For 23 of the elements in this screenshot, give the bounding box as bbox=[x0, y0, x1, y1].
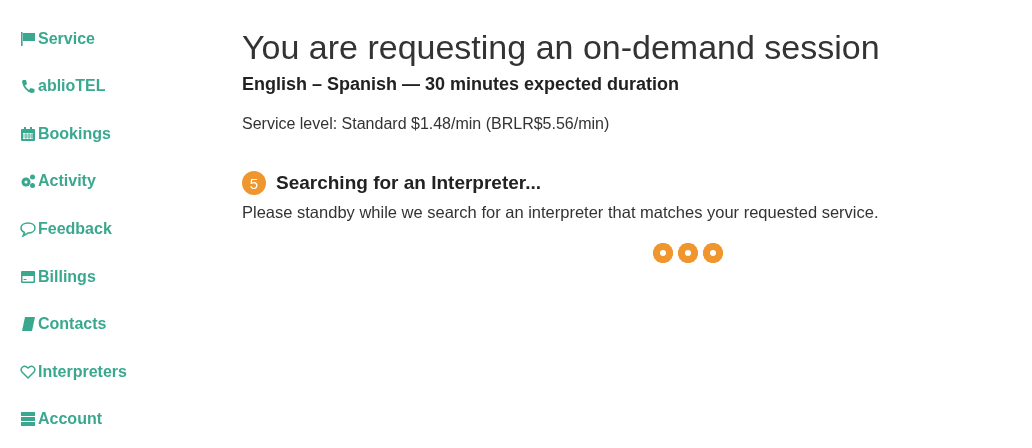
step-title: Searching for an Interpreter... bbox=[276, 172, 542, 194]
sidebar-item[interactable]: ablioTEL bbox=[20, 67, 106, 116]
status-message: Please standby while we search for an interpreter that matches your requested service. bbox=[242, 203, 880, 222]
sidebar-item[interactable]: Account bbox=[20, 400, 102, 448]
calendar-icon bbox=[20, 125, 36, 142]
credit-card-icon bbox=[20, 268, 36, 285]
sidebar-item[interactable]: Interpreters bbox=[20, 352, 127, 401]
flag-icon bbox=[20, 30, 36, 47]
page-title: You are requesting an on-demand session bbox=[242, 27, 881, 68]
sidebar-item[interactable]: Bookings bbox=[20, 115, 111, 163]
heart-icon bbox=[20, 363, 36, 380]
server-icon bbox=[20, 411, 36, 428]
sidebar-item[interactable]: Service bbox=[20, 20, 95, 68]
speech-bubble-icon bbox=[20, 221, 36, 238]
sidebar-item[interactable]: Activity bbox=[20, 162, 96, 211]
sidebar-item[interactable]: Feedback bbox=[20, 210, 112, 258]
session-summary: English – Spanish — 30 minutes expected duration bbox=[242, 74, 681, 95]
step-number: 5 bbox=[242, 171, 266, 195]
book-icon bbox=[20, 316, 36, 333]
sidebar-item[interactable]: Contacts bbox=[20, 305, 107, 353]
sidebar-item[interactable]: Billings bbox=[20, 257, 96, 306]
service-level: Service level: Standard $1.48/min (BRLR$5.56/min) bbox=[242, 115, 611, 133]
phone-icon bbox=[20, 78, 36, 95]
